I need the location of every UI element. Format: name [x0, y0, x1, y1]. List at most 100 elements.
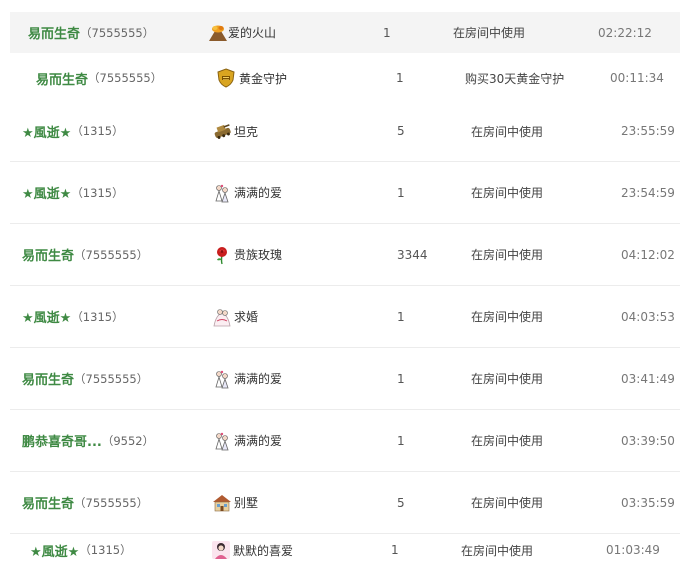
user-id: （1315） [79, 543, 132, 557]
time-cell: 03:39:50 [621, 410, 675, 471]
time-text: 00:11:34 [610, 71, 664, 85]
username[interactable]: 易而生奇 [28, 23, 80, 42]
table-row: 易而生奇 （7555555） 贵族玫瑰 3344 在房间中使用 04:12:02 [10, 224, 680, 286]
gift-cell: 爱的火山 [208, 12, 276, 53]
count-value: 1 [397, 185, 405, 200]
time-text: 03:35:59 [621, 495, 675, 510]
table-row: 易而生奇 （7555555） 爱的火山 1 在房间中使用 02:22:12 [10, 12, 680, 53]
gift-count: 5 [397, 472, 405, 533]
table-row: 易而生奇 （7555555） 满满的爱 1 在房间中使用 03:41:49 [10, 348, 680, 410]
gift-name: 爱的火山 [228, 26, 277, 40]
action-text: 在房间中使用 [461, 543, 534, 558]
table-row: ★風逝★ （1315） 坦克 5 在房间中使用 23:55:59 [10, 101, 680, 162]
gift-name: 黄金守护 [239, 71, 288, 86]
gift-count: 1 [397, 348, 405, 409]
time-text: 04:12:02 [621, 247, 675, 262]
table-row: ★風逝★ （1315） 求婚 1 在房间中使用 04:03:53 [10, 286, 680, 348]
time-cell: 03:35:59 [621, 472, 675, 533]
action-cell: 在房间中使用 [453, 12, 525, 53]
user-cell: ★風逝★ （1315） [22, 162, 124, 223]
username[interactable]: 易而生奇 [22, 493, 74, 512]
action-cell: 在房间中使用 [471, 101, 543, 161]
time-cell: 03:41:49 [621, 348, 675, 409]
user-id: （9552） [101, 433, 155, 448]
table-row: ★風逝★ （1315） 默默的喜爱 1 在房间中使用 01:03:49 [10, 534, 680, 566]
user-id: （7555555） [74, 495, 149, 510]
username[interactable]: ★風逝★ [22, 307, 71, 326]
user-id: （7555555） [88, 71, 163, 85]
gift-name: 满满的爱 [234, 434, 283, 448]
action-text: 在房间中使用 [453, 26, 526, 40]
username[interactable]: ★風逝★ [22, 122, 71, 141]
user-cell: ★風逝★ （1315） [22, 286, 124, 347]
username[interactable]: 易而生奇 [22, 245, 74, 264]
username[interactable]: 鹏恭喜奇哥... [22, 431, 102, 450]
gift-count: 1 [391, 534, 399, 566]
action-text: 在房间中使用 [471, 248, 544, 262]
gift-cell: 默默的喜爱 [211, 534, 293, 566]
action-text: 购买30天黄金守护 [465, 71, 565, 86]
gift-count: 3344 [397, 224, 428, 285]
table-row: 易而生奇 （7555555） 黄金守护 1 购买30天黄金守护 00:11:34 [10, 55, 680, 101]
username[interactable]: ★風逝★ [30, 541, 79, 560]
gift-count: 1 [396, 55, 404, 101]
time-cell: 23:54:59 [621, 162, 675, 223]
action-text: 在房间中使用 [471, 372, 544, 386]
gift-cell: 满满的爱 [212, 162, 282, 223]
gift-name: 默默的喜爱 [233, 543, 294, 558]
user-id: （1315） [71, 309, 124, 324]
count-value: 1 [391, 543, 399, 557]
gift-name: 满满的爱 [234, 372, 283, 386]
gold-shield-icon [216, 68, 236, 88]
tank-icon [212, 121, 232, 141]
gift-count: 5 [397, 101, 405, 161]
username[interactable]: 易而生奇 [22, 369, 74, 388]
volcano-icon [208, 23, 228, 43]
time-cell: 04:03:53 [621, 286, 675, 347]
time-text: 03:41:49 [621, 371, 675, 386]
action-cell: 在房间中使用 [461, 534, 533, 566]
user-cell: ★風逝★ （1315） [30, 534, 132, 566]
user-cell: 易而生奇 （7555555） [22, 348, 148, 409]
gift-count: 1 [397, 286, 405, 347]
action-cell: 在房间中使用 [471, 224, 543, 285]
gift-count: 1 [397, 162, 405, 223]
time-cell: 02:22:12 [598, 12, 652, 53]
table-row: 易而生奇 （7555555） 别墅 5 在房间中使用 03:35:59 [10, 472, 680, 534]
user-id: （7555555） [74, 371, 149, 386]
gift-name: 坦克 [234, 124, 259, 139]
action-cell: 购买30天黄金守护 [465, 55, 564, 101]
count-value: 1 [383, 25, 391, 40]
action-cell: 在房间中使用 [471, 410, 543, 471]
user-cell: 鹏恭喜奇哥... （9552） [22, 410, 154, 471]
gift-cell: 别墅 [212, 472, 258, 533]
user-id: （7555555） [80, 25, 155, 40]
time-text: 04:03:53 [621, 309, 675, 324]
villa-icon [212, 493, 232, 513]
couple-icon [212, 369, 232, 389]
user-cell: 易而生奇 （7555555） [22, 224, 148, 285]
action-text: 在房间中使用 [471, 124, 544, 139]
couple-icon [212, 183, 232, 203]
silent-love-icon [211, 540, 231, 560]
gift-cell: 坦克 [212, 101, 258, 161]
user-cell: 易而生奇 （7555555） [36, 55, 162, 101]
gift-name: 满满的爱 [234, 186, 283, 200]
count-value: 3344 [397, 247, 428, 262]
couple-icon [212, 431, 232, 451]
time-text: 23:55:59 [621, 124, 675, 138]
username[interactable]: ★風逝★ [22, 183, 71, 202]
proposal-icon [212, 307, 232, 327]
action-text: 在房间中使用 [471, 186, 544, 200]
gift-cell: 满满的爱 [212, 410, 282, 471]
action-text: 在房间中使用 [471, 310, 544, 324]
time-cell: 00:11:34 [610, 55, 664, 101]
user-cell: 易而生奇 （7555555） [28, 12, 154, 53]
gift-name: 贵族玫瑰 [234, 248, 283, 262]
username[interactable]: 易而生奇 [36, 69, 88, 88]
user-id: （1315） [71, 124, 124, 138]
action-cell: 在房间中使用 [471, 348, 543, 409]
table-row: 鹏恭喜奇哥... （9552） 满满的爱 1 在房间中使用 03:39:50 [10, 410, 680, 472]
action-cell: 在房间中使用 [471, 162, 543, 223]
count-value: 1 [396, 71, 404, 85]
